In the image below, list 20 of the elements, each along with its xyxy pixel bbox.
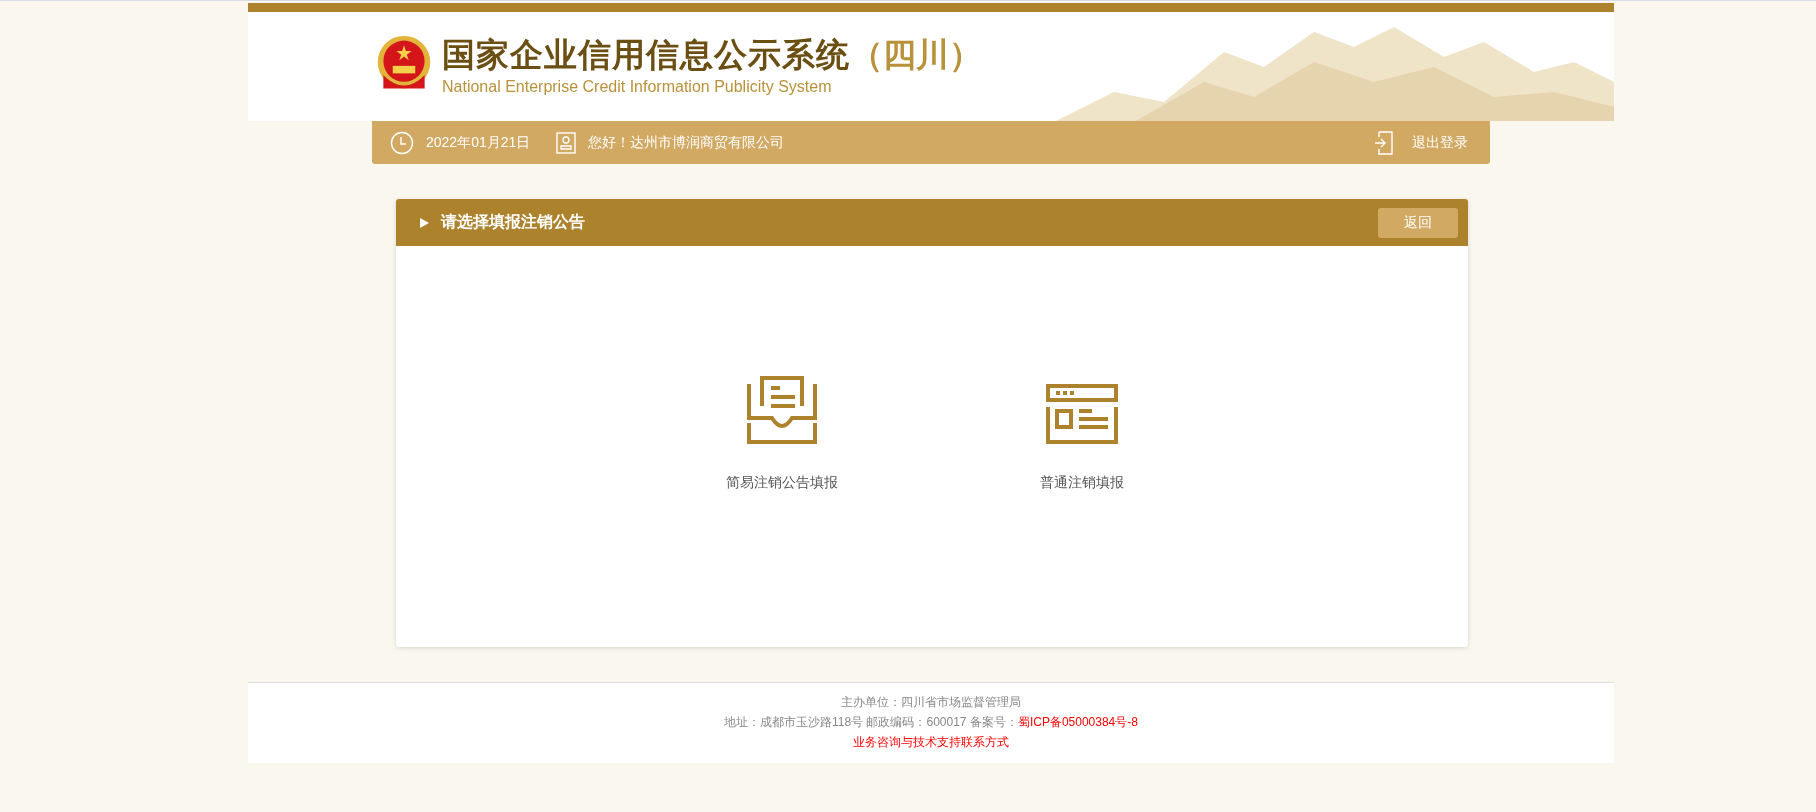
address-text: 地址：成都市玉沙路118号 邮政编码：600017 备案号： [724,715,1018,729]
region-title: （四川） [850,34,982,75]
option-link[interactable]: 简易注销公告填报 [726,474,838,492]
panel-title: 请选择填报注销公告 [441,212,585,232]
site-subtitle: National Enterprise Credit Information Publicity System [442,77,833,96]
inbox-document-icon[interactable] [747,376,817,444]
logout-link[interactable]: 退出登录 [1412,133,1468,152]
site-title: 国家企业信用信息公示系统 [442,34,850,75]
date-text: 2022年01月21日 [426,133,531,152]
icp-link[interactable]: 蜀ICP备05000384号-8 [1017,715,1138,729]
organizer-text: 主办单位：四川省市场监督管理局 [841,694,1021,711]
user-card-icon [556,131,577,154]
option-link[interactable]: 普通注销填报 [1040,474,1124,492]
clock-icon [390,130,414,155]
browser-window-icon[interactable] [1046,384,1118,444]
triangle-icon [420,217,429,228]
logout-icon [1374,130,1394,155]
contact-link[interactable]: 业务咨询与技术支持联系方式 [853,735,1009,749]
greeting-text: 您好！达州市博润商贸有限公司 [588,133,785,152]
back-button[interactable]: 返回 [1378,207,1458,238]
